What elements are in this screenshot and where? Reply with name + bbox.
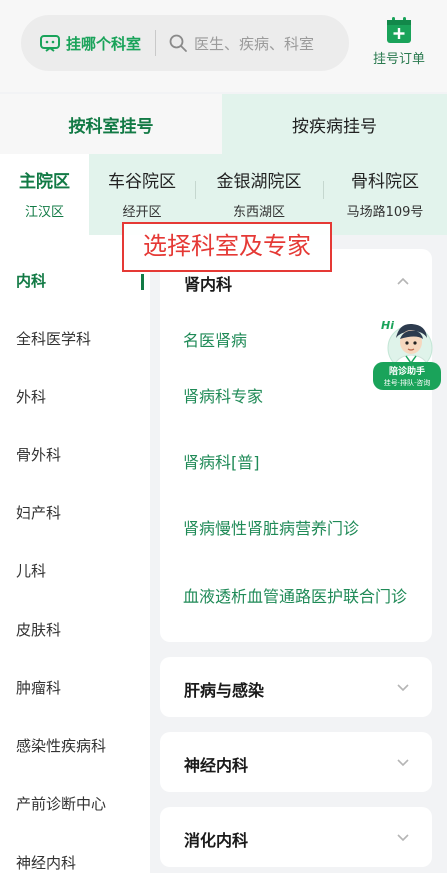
top-bar: 挂哪个科室 医生、疾病、科室 挂号订单: [0, 0, 447, 92]
campus-district: 东西湖区: [232, 205, 285, 220]
campus-district: 经开区: [122, 205, 162, 220]
calendar-plus-icon: [387, 17, 411, 43]
assistant-widget[interactable]: Hi 陪诊助手 挂号·排队·咨询: [372, 318, 444, 390]
card-title: 肝病与感染: [184, 681, 265, 700]
subdepartment-item[interactable]: 肾病科专家: [183, 383, 263, 407]
registration-orders-button[interactable]: 挂号订单: [366, 16, 432, 72]
card-title[interactable]: 肾内科: [184, 271, 232, 295]
campus-name: 车谷院区: [108, 172, 176, 192]
search-divider: [155, 30, 157, 56]
collapsed-department-card[interactable]: 消化内科: [160, 807, 432, 867]
subdepartment-item[interactable]: 血液透析血管通路医护联合门诊: [183, 583, 415, 607]
campus-divider: [195, 181, 196, 199]
department-item-internal-medicine[interactable]: 内科: [16, 270, 46, 291]
campus-divider: [323, 181, 324, 199]
department-item[interactable]: 神经内科: [16, 852, 76, 873]
chevron-down-icon: [397, 759, 409, 767]
campus-name: 骨科院区: [351, 172, 419, 192]
mode-tabs: 按科室挂号 按疾病挂号: [0, 94, 447, 154]
department-item[interactable]: 皮肤科: [16, 619, 61, 640]
chevron-up-icon[interactable]: [396, 276, 410, 286]
which-dept-link[interactable]: 挂哪个科室: [66, 33, 141, 54]
search-bar[interactable]: 挂哪个科室 医生、疾病、科室: [21, 15, 349, 71]
campus-name: 金银湖院区: [216, 172, 302, 192]
department-item[interactable]: 产前诊断中心: [16, 793, 106, 814]
campus-name: 主院区: [19, 172, 70, 192]
assistant-subtitle: 挂号·排队·咨询: [383, 379, 431, 387]
chevron-down-icon: [397, 834, 409, 842]
orders-label: 挂号订单: [372, 52, 425, 67]
expanded-department-card: 肾内科 名医肾病 肾病科专家 肾病科[普] 肾病慢性肾脏病营养门诊 血液透析血管…: [160, 249, 432, 642]
assistant-name: 陪诊助手: [388, 367, 425, 377]
instruction-annotation: 选择科室及专家: [122, 222, 332, 272]
campus-tab-main[interactable]: 主院区 江汉区: [0, 154, 89, 235]
campus-district: 马场路109号: [346, 205, 424, 220]
chat-screen-icon: [40, 35, 60, 52]
campus-tab-orthopedic[interactable]: 骨科院区 马场路109号: [323, 154, 447, 235]
card-title: 神经内科: [184, 756, 249, 775]
tab-by-department[interactable]: 按科室挂号: [0, 94, 222, 154]
campus-district: 江汉区: [24, 205, 64, 220]
department-item[interactable]: 外科: [16, 386, 46, 407]
collapsed-department-card[interactable]: 神经内科: [160, 732, 432, 792]
assistant-bubble: 陪诊助手 挂号·排队·咨询: [373, 362, 441, 390]
card-title: 消化内科: [184, 831, 249, 850]
collapsed-department-card[interactable]: 肝病与感染: [160, 657, 432, 717]
department-list: 内科 全科医学科 外科 骨外科 妇产科 儿科 皮肤科 肿瘤科 感染性疾病科 产前…: [0, 235, 150, 873]
chevron-down-icon: [397, 684, 409, 692]
tab-by-disease[interactable]: 按疾病挂号: [222, 94, 447, 154]
department-item[interactable]: 儿科: [16, 560, 46, 581]
subdepartment-item[interactable]: 肾病慢性肾脏病营养门诊: [183, 515, 359, 539]
department-item[interactable]: 感染性疾病科: [16, 735, 106, 756]
subdepartment-item[interactable]: 名医肾病: [183, 327, 247, 351]
search-icon: [169, 34, 187, 52]
department-item[interactable]: 肿瘤科: [16, 677, 61, 698]
department-item[interactable]: 骨外科: [16, 444, 61, 465]
assistant-greeting: Hi: [381, 319, 394, 332]
subdepartment-item[interactable]: 肾病科[普]: [183, 449, 260, 473]
department-item[interactable]: 妇产科: [16, 502, 61, 523]
search-input[interactable]: 医生、疾病、科室: [194, 33, 314, 54]
active-indicator: [141, 274, 144, 290]
department-item[interactable]: 全科医学科: [16, 328, 91, 349]
